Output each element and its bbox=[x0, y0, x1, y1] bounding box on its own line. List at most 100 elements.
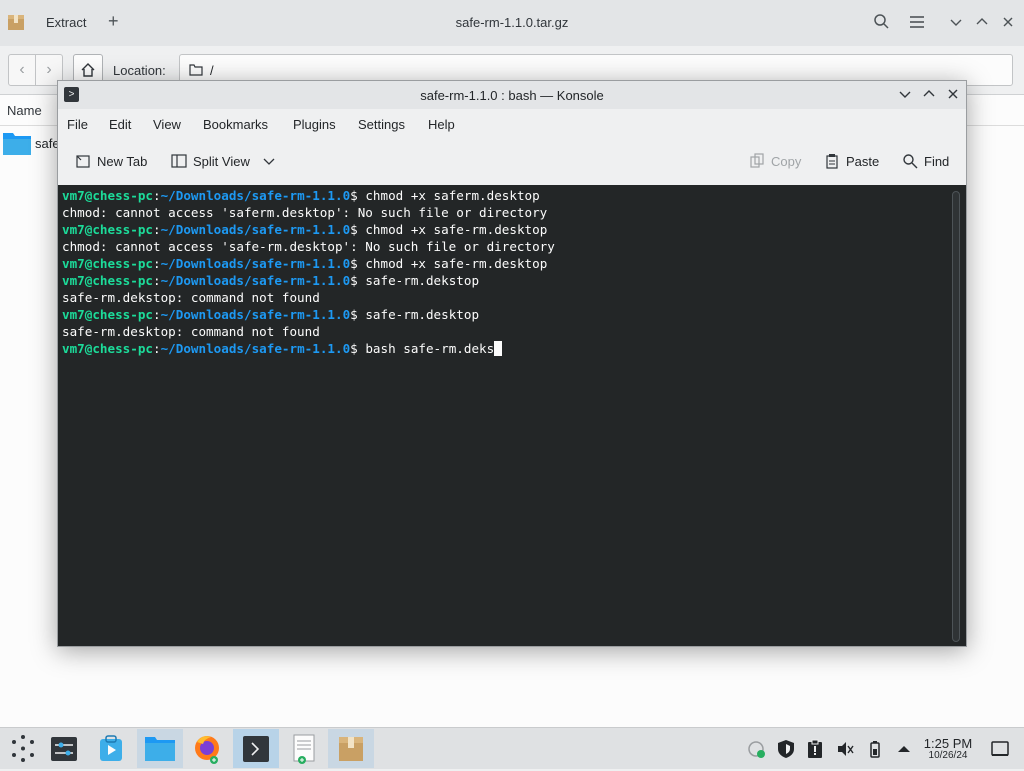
find-label: Find bbox=[924, 154, 950, 169]
prompt-user-host: vm7@chess-pc bbox=[62, 307, 153, 322]
terminal-output-line: chmod: cannot access 'saferm.desktop': N… bbox=[62, 205, 548, 220]
prompt-user-host: vm7@chess-pc bbox=[62, 188, 153, 203]
prompt-user-host: vm7@chess-pc bbox=[62, 341, 153, 356]
ark-window-title: safe-rm-1.1.0.tar.gz bbox=[455, 15, 569, 30]
column-name-label: Name bbox=[7, 103, 42, 118]
taskbar-ark[interactable] bbox=[328, 729, 374, 768]
folder-icon bbox=[189, 64, 203, 76]
new-tab-icon bbox=[76, 155, 90, 168]
menu-settings[interactable]: Settings bbox=[358, 117, 405, 132]
menu-help[interactable]: Help bbox=[428, 117, 455, 132]
new-tab-label: New Tab bbox=[97, 154, 148, 169]
close-icon[interactable] bbox=[944, 85, 962, 103]
text-editor-icon bbox=[293, 734, 315, 764]
copy-icon bbox=[750, 153, 764, 168]
menu-plugins[interactable]: Plugins bbox=[293, 117, 336, 132]
show-desktop-icon[interactable] bbox=[990, 739, 1010, 759]
paste-button[interactable]: Paste bbox=[824, 153, 879, 169]
find-button[interactable]: Find bbox=[902, 153, 949, 169]
chevron-up-icon[interactable] bbox=[894, 739, 914, 759]
terminal-command-line: vm7@chess-pc:~/Downloads/safe-rm-1.1.0$ … bbox=[62, 340, 555, 357]
terminal-command-line: vm7@chess-pc:~/Downloads/safe-rm-1.1.0$ … bbox=[62, 222, 548, 237]
taskbar-system-settings[interactable] bbox=[41, 729, 87, 768]
taskbar-konsole[interactable] bbox=[233, 729, 279, 768]
clipboard-alert-icon[interactable] bbox=[805, 739, 825, 759]
close-icon[interactable] bbox=[998, 12, 1018, 32]
konsole-titlebar[interactable]: > safe-rm-1.1.0 : bash — Konsole bbox=[58, 81, 966, 109]
prompt-user-host: vm7@chess-pc bbox=[62, 222, 153, 237]
text-cursor bbox=[494, 341, 503, 356]
copy-label: Copy bbox=[771, 154, 802, 169]
konsole-window-title: safe-rm-1.1.0 : bash — Konsole bbox=[420, 88, 604, 103]
terminal-command-line: vm7@chess-pc:~/Downloads/safe-rm-1.1.0$ … bbox=[62, 256, 548, 271]
app-launcher-icon bbox=[12, 735, 34, 762]
prompt-user-host: vm7@chess-pc bbox=[62, 273, 153, 288]
terminal-icon bbox=[243, 736, 269, 762]
command-text: $ chmod +x safe-rm.desktop bbox=[350, 256, 548, 271]
menu-edit[interactable]: Edit bbox=[109, 117, 131, 132]
paste-label: Paste bbox=[846, 154, 880, 169]
chevron-down-icon[interactable] bbox=[263, 157, 275, 167]
paste-icon bbox=[826, 154, 838, 169]
location-value: / bbox=[210, 63, 214, 78]
app-launcher-button[interactable] bbox=[0, 729, 46, 768]
split-view-icon bbox=[171, 154, 187, 168]
prompt-path: ~/Downloads/safe-rm-1.1.0 bbox=[160, 273, 351, 288]
prompt-path: ~/Downloads/safe-rm-1.1.0 bbox=[160, 341, 351, 356]
terminal-output-line: safe-rm.dekstop: command not found bbox=[62, 290, 320, 305]
konsole-window: > safe-rm-1.1.0 : bash — Konsole File Ed… bbox=[57, 80, 967, 647]
minimize-icon[interactable] bbox=[946, 12, 966, 32]
terminal-command-line: vm7@chess-pc:~/Downloads/safe-rm-1.1.0$ … bbox=[62, 307, 480, 322]
menu-file[interactable]: File bbox=[67, 117, 88, 132]
menu-view[interactable]: View bbox=[153, 117, 181, 132]
updates-icon[interactable] bbox=[747, 739, 767, 759]
prompt-path: ~/Downloads/safe-rm-1.1.0 bbox=[160, 188, 351, 203]
prompt-user-host: vm7@chess-pc bbox=[62, 256, 153, 271]
package-icon bbox=[339, 737, 363, 761]
shield-icon[interactable] bbox=[776, 739, 796, 759]
maximize-icon[interactable] bbox=[920, 85, 938, 103]
hamburger-menu-icon[interactable] bbox=[907, 12, 927, 32]
terminal-command-line: vm7@chess-pc:~/Downloads/safe-rm-1.1.0$ … bbox=[62, 273, 480, 288]
maximize-icon[interactable] bbox=[972, 12, 992, 32]
terminal-output: vm7@chess-pc:~/Downloads/safe-rm-1.1.0$ … bbox=[62, 187, 555, 357]
konsole-toolbar: New Tab Split View Copy Paste Find bbox=[58, 141, 966, 185]
prompt-path: ~/Downloads/safe-rm-1.1.0 bbox=[160, 307, 351, 322]
location-label: Location: bbox=[113, 63, 166, 78]
folder-icon bbox=[145, 737, 175, 761]
command-text: $ bash safe-rm.deks bbox=[350, 341, 495, 356]
firefox-icon bbox=[195, 736, 219, 764]
copy-button[interactable]: Copy bbox=[749, 153, 801, 169]
clock-date[interactable]: 10/26/24 bbox=[920, 750, 976, 761]
command-text: $ chmod +x safe-rm.desktop bbox=[350, 222, 548, 237]
taskbar-kwrite[interactable] bbox=[281, 729, 327, 768]
search-icon bbox=[903, 154, 918, 169]
file-name: safe bbox=[35, 136, 60, 151]
discover-icon bbox=[100, 735, 122, 761]
minimize-icon[interactable] bbox=[896, 85, 914, 103]
taskbar-discover[interactable] bbox=[88, 729, 134, 768]
clock-time[interactable]: 1:25 PM bbox=[920, 736, 976, 751]
taskbar-firefox[interactable] bbox=[184, 729, 230, 768]
volume-muted-icon[interactable] bbox=[835, 739, 855, 759]
taskbar-dolphin[interactable] bbox=[137, 729, 183, 768]
battery-icon[interactable] bbox=[865, 739, 885, 759]
prompt-path: ~/Downloads/safe-rm-1.1.0 bbox=[160, 256, 351, 271]
split-view-button[interactable]: Split View bbox=[171, 153, 275, 169]
scrollbar[interactable] bbox=[952, 191, 960, 642]
terminal-view[interactable]: vm7@chess-pc:~/Downloads/safe-rm-1.1.0$ … bbox=[58, 185, 966, 646]
command-text: $ chmod +x saferm.desktop bbox=[350, 188, 540, 203]
prompt-path: ~/Downloads/safe-rm-1.1.0 bbox=[160, 222, 351, 237]
taskbar: 1:25 PM 10/26/24 bbox=[0, 727, 1024, 769]
terminal-output-line: safe-rm.desktop: command not found bbox=[62, 324, 320, 339]
terminal-output-line: chmod: cannot access 'safe-rm.desktop': … bbox=[62, 239, 555, 254]
terminal-command-line: vm7@chess-pc:~/Downloads/safe-rm-1.1.0$ … bbox=[62, 188, 540, 203]
folder-icon bbox=[3, 133, 31, 155]
back-icon[interactable]: ‹ bbox=[8, 54, 36, 86]
search-icon[interactable] bbox=[872, 12, 892, 32]
command-text: $ safe-rm.desktop bbox=[350, 307, 480, 322]
new-tab-button[interactable]: New Tab bbox=[75, 153, 147, 169]
menu-bar: File Edit View Bookmarks Plugins Setting… bbox=[58, 109, 966, 141]
menu-bookmarks[interactable]: Bookmarks bbox=[203, 117, 268, 132]
system-settings-icon bbox=[51, 737, 77, 761]
